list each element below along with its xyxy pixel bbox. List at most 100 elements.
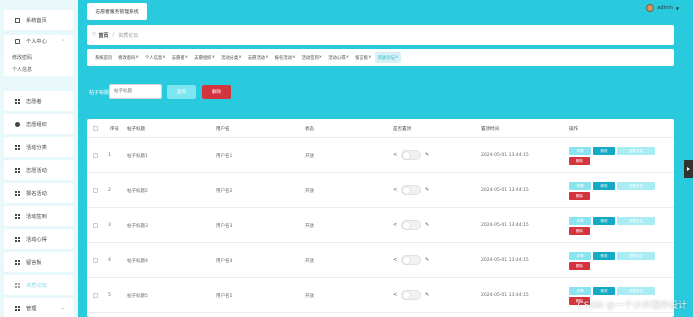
- tag-organization[interactable]: 志愿组织 ×: [191, 52, 218, 63]
- row-time: 2024-05-01 13:44:15: [481, 188, 529, 193]
- close-icon[interactable]: ×: [265, 55, 269, 60]
- close-icon[interactable]: ×: [395, 55, 399, 60]
- tag-signup[interactable]: 报名活动 ×: [272, 52, 299, 63]
- row-delete-button[interactable]: 删除: [569, 192, 590, 200]
- close-icon[interactable]: ×: [185, 55, 189, 60]
- row-time: 2024-05-01 13:44:15: [481, 153, 529, 158]
- close-icon[interactable]: ×: [135, 55, 139, 60]
- sidebar-item-profile[interactable]: 个人中心 ⌃: [4, 35, 74, 48]
- header-actions: 操作: [569, 127, 578, 132]
- tag-experience[interactable]: 活动心得 ×: [325, 52, 352, 63]
- sidebar-item-activity-category[interactable]: 活动分类: [4, 137, 74, 157]
- edit-icon[interactable]: ✎: [425, 152, 429, 158]
- tag-activity-category[interactable]: 活动分类 ×: [218, 52, 245, 63]
- edit-icon[interactable]: ✎: [425, 187, 429, 193]
- tag-activity[interactable]: 志愿活动 ×: [245, 52, 272, 63]
- header-index: 序号: [110, 127, 119, 132]
- sidebar-item-volunteer[interactable]: 志愿者: [4, 91, 74, 111]
- row-title: 帖子标题1: [127, 154, 148, 159]
- close-icon[interactable]: ×: [238, 55, 242, 60]
- row-checkbox[interactable]: [93, 293, 98, 298]
- sidebar-item-label: 活动心得: [26, 236, 47, 243]
- tag-checkin[interactable]: 活动签到 ×: [298, 52, 325, 63]
- edit-icon[interactable]: ✎: [425, 257, 429, 263]
- table-header: 序号 帖子标题 用户名 状态 是否置顶 置顶时间 操作: [87, 119, 674, 138]
- tag-messages[interactable]: 留言板 ×: [352, 52, 375, 63]
- sidebar-subitem-password[interactable]: 修改密码: [12, 54, 32, 61]
- pin-toggle[interactable]: [401, 220, 421, 230]
- view-comments-button[interactable]: 查看评论: [617, 252, 655, 260]
- pin-toggle[interactable]: [401, 255, 421, 265]
- tag-forum[interactable]: 资质论坛 ×: [374, 52, 402, 63]
- row-checkbox[interactable]: [93, 153, 98, 158]
- sidebar-item-activity[interactable]: 志愿活动: [4, 160, 74, 180]
- close-icon[interactable]: ×: [292, 55, 296, 60]
- view-comments-button[interactable]: 查看评论: [617, 182, 655, 190]
- sidebar-item-label: 留言板: [26, 259, 42, 266]
- edit-button[interactable]: 修改: [593, 217, 615, 225]
- tag-home[interactable]: 系统首页: [92, 52, 115, 63]
- sidebar-item-organization[interactable]: 志愿组织: [4, 114, 74, 134]
- row-status: 开放: [305, 294, 314, 299]
- sidebar-item-label: 活动分类: [26, 144, 47, 151]
- row-checkbox[interactable]: [93, 223, 98, 228]
- share-icon: <: [393, 292, 398, 298]
- detail-button[interactable]: 详情: [569, 287, 591, 295]
- sidebar-item-signup[interactable]: 报名活动: [4, 183, 74, 203]
- tag-volunteer[interactable]: 志愿者 ×: [169, 52, 192, 63]
- row-checkbox[interactable]: [93, 188, 98, 193]
- edit-icon[interactable]: ✎: [425, 222, 429, 228]
- detail-button[interactable]: 详情: [569, 147, 591, 155]
- sidebar-item-label: 系统首页: [26, 17, 47, 24]
- detail-button[interactable]: 详情: [569, 182, 591, 190]
- sidebar-item-experience[interactable]: 活动心得: [4, 229, 74, 249]
- close-icon[interactable]: ×: [211, 55, 215, 60]
- tag-password[interactable]: 修改密码 ×: [115, 52, 142, 63]
- header-title[interactable]: 帖子标题: [127, 126, 145, 132]
- header-time[interactable]: 置顶时间: [481, 126, 499, 132]
- tag-profile[interactable]: 个人信息 ×: [142, 52, 169, 63]
- sidebar-item-forum[interactable]: 资质论坛: [4, 275, 74, 295]
- header-pin[interactable]: 是否置顶: [393, 126, 411, 132]
- search-input[interactable]: [109, 84, 162, 99]
- row-delete-button[interactable]: 删除: [569, 227, 590, 235]
- share-icon: <: [393, 222, 398, 228]
- row-delete-button[interactable]: 删除: [569, 262, 590, 270]
- pin-toggle[interactable]: [401, 150, 421, 160]
- close-icon[interactable]: ×: [368, 55, 372, 60]
- sidebar-item-home[interactable]: 系统首页: [4, 10, 74, 30]
- breadcrumb-home[interactable]: 首页: [98, 32, 108, 39]
- select-all-checkbox[interactable]: [93, 126, 98, 131]
- edit-button[interactable]: 修改: [593, 287, 615, 295]
- edit-button[interactable]: 修改: [593, 147, 615, 155]
- row-user: 用户名3: [216, 224, 233, 229]
- edit-icon[interactable]: ✎: [425, 292, 429, 298]
- sidebar-item-manage[interactable]: 管理 ⌄: [4, 298, 74, 317]
- tag-bar: 系统首页 修改密码 × 个人信息 × 志愿者 × 志愿组织 × 活动分类 × 志愿活动 × …: [87, 49, 674, 66]
- header-user[interactable]: 用户名: [216, 126, 230, 132]
- pin-toggle[interactable]: [401, 185, 421, 195]
- grid-icon: [15, 144, 20, 150]
- tag-label: 志愿者: [171, 55, 185, 61]
- view-comments-button[interactable]: 查看评论: [617, 217, 655, 225]
- detail-button[interactable]: 详情: [569, 217, 591, 225]
- edit-button[interactable]: 修改: [593, 182, 615, 190]
- view-comments-button[interactable]: 查看评论: [617, 287, 655, 295]
- delete-button[interactable]: 删除: [202, 85, 231, 99]
- view-comments-button[interactable]: 查看评论: [617, 147, 655, 155]
- sidebar-item-checkin[interactable]: 活动签到: [4, 206, 74, 226]
- detail-button[interactable]: 详情: [569, 252, 591, 260]
- row-delete-button[interactable]: 删除: [569, 157, 590, 165]
- search-button[interactable]: 查询: [167, 85, 196, 99]
- close-icon[interactable]: ×: [319, 55, 323, 60]
- sidebar-item-messages[interactable]: 留言板: [4, 252, 74, 272]
- header-status[interactable]: 状态: [305, 126, 314, 132]
- side-panel-toggle[interactable]: [684, 160, 693, 178]
- close-icon[interactable]: ×: [162, 55, 166, 60]
- pin-toggle[interactable]: [401, 290, 421, 300]
- row-checkbox[interactable]: [93, 258, 98, 263]
- sidebar-subitem-info[interactable]: 个人信息: [12, 66, 32, 73]
- edit-button[interactable]: 修改: [593, 252, 615, 260]
- user-menu[interactable]: admin ▼: [646, 4, 679, 12]
- close-icon[interactable]: ×: [345, 55, 349, 60]
